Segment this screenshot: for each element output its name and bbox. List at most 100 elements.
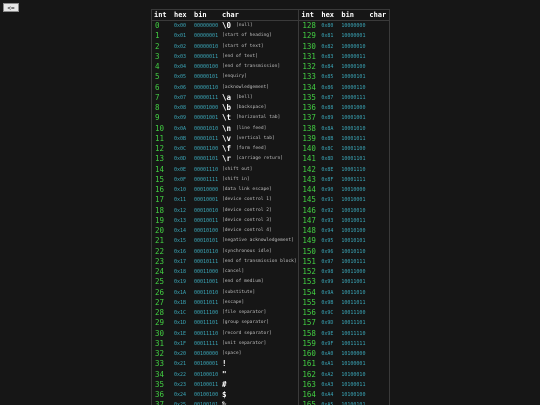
table-row: 21 0x15 00010101 [negative acknowledgement] (152, 236, 298, 246)
cell-int: 149 (302, 236, 316, 246)
table-row: 2 0x02 00000010 [start of text] (152, 42, 298, 52)
cell-bin: 10001011 (341, 135, 366, 142)
cell-hex: 0x9F (321, 340, 334, 347)
cell-hex: 0x99 (321, 279, 334, 286)
table-row: 25 0x19 00011001 [end of medium] (152, 277, 298, 287)
cell-hex: 0x1B (174, 299, 187, 306)
cell-int: 165 (302, 400, 316, 405)
cell-int: 140 (302, 144, 316, 153)
cell-char-desc: [data link escape] (222, 187, 272, 192)
table-row: 141 0x8D 10001101 (299, 154, 389, 164)
cell-int: 35 (155, 379, 165, 389)
cell-int: 136 (302, 103, 316, 112)
cell-char-desc: [form feed] (236, 146, 267, 151)
cell-bin: 00011101 (194, 320, 219, 327)
cell-hex: 0x93 (321, 217, 334, 224)
cell-bin: 00100101 (194, 400, 218, 405)
cell-hex: 0x9E (321, 330, 334, 337)
cell-int: 14 (155, 164, 165, 174)
cell-bin: 00000100 (194, 64, 219, 70)
cell-int: 9 (155, 113, 160, 123)
cell-bin: 00100100 (194, 392, 219, 398)
table-right-half: int hex bin char 128 0x80 10000000 129 0x81 1… (299, 10, 389, 405)
cell-bin: 10000001 (341, 33, 366, 40)
cell-bin: 00010110 (194, 248, 219, 255)
cell-int: 28 (155, 308, 165, 317)
cell-char-desc: [start of heading] (222, 33, 272, 39)
cell-bin: 10010100 (341, 228, 366, 234)
cell-hex: 0x8E (321, 166, 334, 173)
cell-hex: 0x9D (321, 320, 334, 327)
table-row: 147 0x93 10010011 (299, 216, 389, 226)
cell-int: 142 (302, 164, 316, 174)
table-row: 14 0x0E 00001110 [shift out] (152, 165, 298, 175)
header-char: char (222, 11, 239, 19)
cell-int: 18 (155, 205, 165, 215)
cell-bin: 10100011 (341, 381, 366, 388)
cell-int: 152 (302, 267, 316, 276)
table-row: 142 0x8E 10001110 (299, 165, 389, 175)
table-row: 4 0x04 00000100 [end of transmission] (152, 62, 298, 72)
cell-int: 29 (155, 318, 165, 328)
header-bin: bin (341, 11, 355, 19)
cell-hex: 0x1A (174, 289, 187, 296)
cell-bin: 10011110 (341, 330, 366, 337)
cell-hex: 0x17 (174, 258, 187, 265)
cell-bin: 00001101 (194, 156, 219, 163)
cell-bin: 00010101 (194, 238, 219, 245)
cell-hex: 0x92 (321, 207, 334, 214)
table-row: 132 0x84 10000100 (299, 62, 389, 72)
cell-bin: 00000101 (194, 74, 219, 81)
table-row: 148 0x94 10010100 (299, 226, 389, 236)
table-row: 28 0x1C 00011100 [file separator] (152, 308, 298, 318)
table-row: 20 0x14 00010100 [device control 4] (152, 226, 298, 236)
cell-hex: 0x01 (174, 33, 187, 40)
table-row: 138 0x8A 10001010 (299, 124, 389, 134)
cell-int: 15 (155, 174, 165, 184)
cell-int: 130 (302, 41, 316, 51)
cell-int: 151 (302, 256, 316, 266)
cell-hex: 0x82 (321, 43, 334, 50)
cell-int: 159 (302, 338, 316, 348)
cell-int: 143 (302, 174, 316, 184)
back-button[interactable]: <= (3, 3, 19, 12)
table-row: 159 0x9F 10011111 (299, 339, 389, 349)
table-row: 154 0x9A 10011010 (299, 288, 389, 298)
cell-hex: 0x9B (321, 299, 334, 306)
cell-bin: 00000111 (194, 94, 219, 101)
table-row: 10 0x0A 00001010 \n [line feed] (152, 124, 298, 134)
cell-hex: 0x83 (321, 53, 334, 60)
cell-int: 11 (155, 133, 165, 143)
table-row: 161 0xA1 10100001 (299, 359, 389, 369)
cell-char-desc: [end of medium] (222, 279, 264, 285)
cell-hex: 0x24 (174, 392, 187, 398)
table-row: 35 0x23 00100011 # (152, 380, 298, 390)
table-row: 139 0x8B 10001011 (299, 134, 389, 144)
cell-int: 10 (155, 123, 165, 133)
cell-bin: 10011101 (341, 320, 366, 327)
cell-int: 160 (302, 349, 316, 358)
cell-int: 155 (302, 297, 316, 307)
cell-int: 26 (155, 287, 165, 297)
cell-int: 36 (155, 390, 165, 399)
cell-int: 139 (302, 133, 316, 143)
table-row: 11 0x0B 00001011 \v [vertical tab] (152, 134, 298, 144)
cell-int: 158 (302, 328, 316, 338)
cell-bin: 10000010 (341, 43, 366, 50)
cell-int: 144 (302, 185, 316, 194)
cell-char-desc: [end of transmission] (222, 64, 281, 69)
cell-int: 12 (155, 144, 165, 153)
cell-hex: 0x90 (321, 187, 334, 193)
cell-hex: 0x8B (321, 135, 334, 142)
table-row: 149 0x95 10010101 (299, 236, 389, 246)
cell-int: 162 (302, 369, 316, 379)
cell-hex: 0x09 (174, 115, 187, 122)
cell-hex: 0x98 (321, 269, 334, 275)
cell-hex: 0x8D (321, 156, 334, 163)
table-row: 6 0x06 00000110 [acknowledgement] (152, 83, 298, 93)
table-row: 13 0x0D 00001101 \r [carriage return] (152, 154, 298, 164)
cell-hex: 0x0C (174, 146, 187, 152)
cell-int: 131 (302, 51, 316, 61)
cell-char-desc: [substitute] (222, 289, 256, 295)
cell-bin: 00100010 (194, 371, 219, 378)
